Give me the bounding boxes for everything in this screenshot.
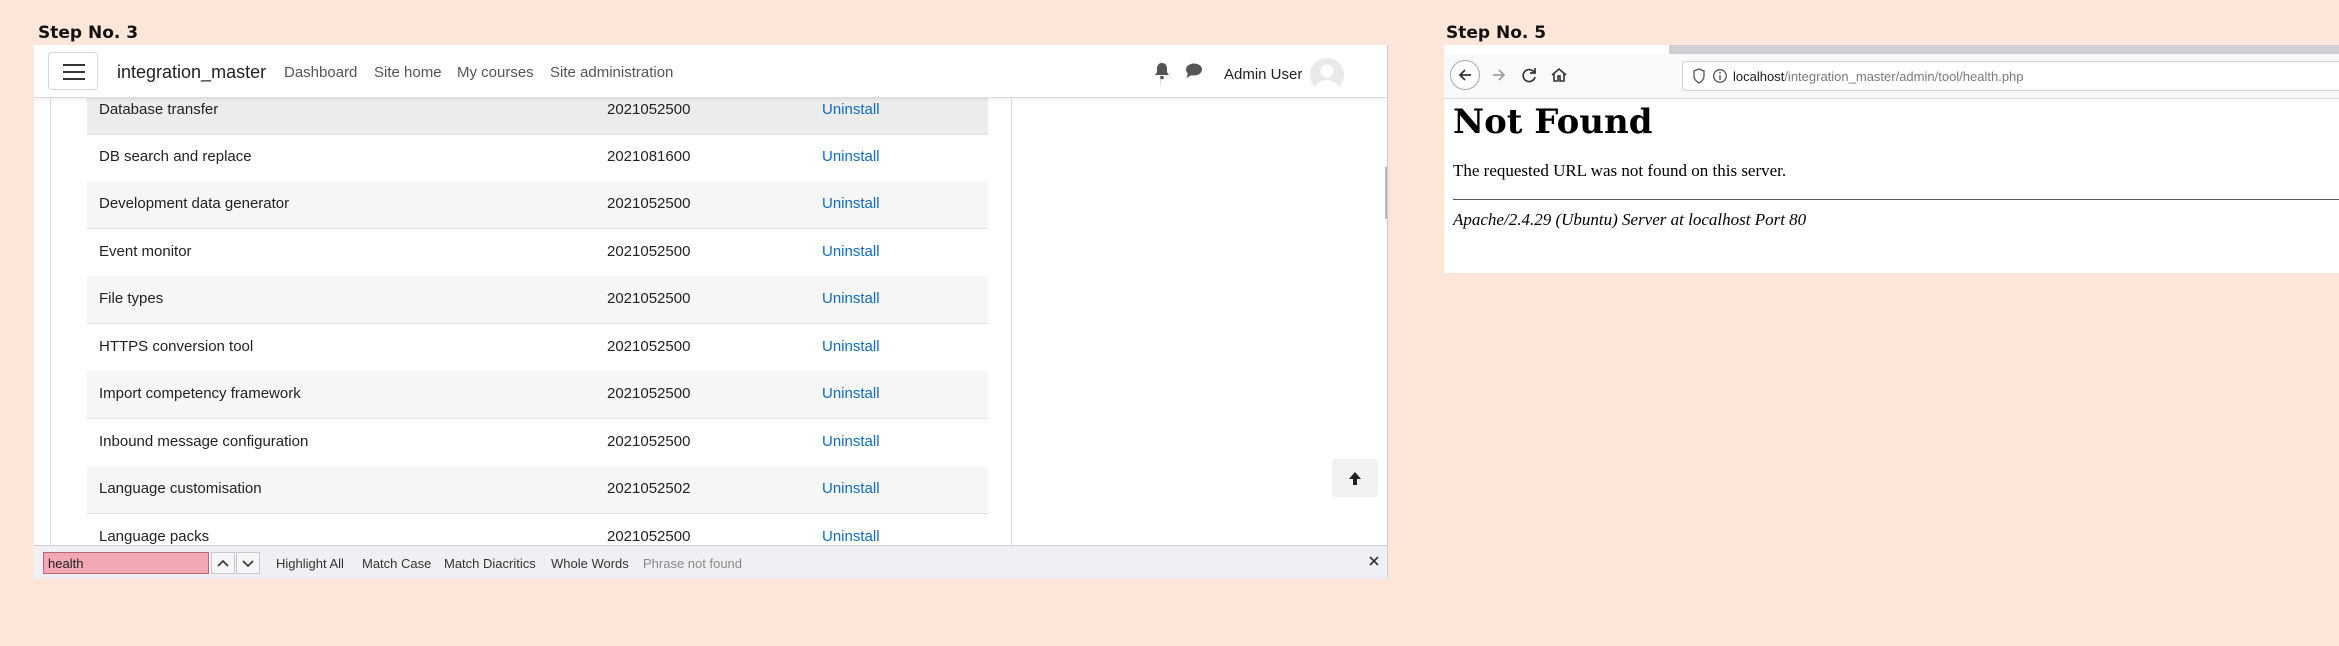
table-row: Inbound message configuration 2021052500… [87, 419, 988, 467]
table-row: HTTPS conversion tool 2021052500 Uninsta… [87, 324, 988, 372]
plugin-version: 2021052500 [607, 290, 691, 307]
main-content: Database transfer 2021052500 Uninstall D… [50, 87, 1012, 579]
top-navbar: integration_master Dashboard Site home M… [34, 45, 1387, 98]
tab-strip [1669, 45, 2339, 54]
uninstall-link[interactable]: Uninstall [822, 385, 880, 402]
shield-icon[interactable] [1692, 68, 1706, 87]
scrollbar-thumb[interactable] [1385, 167, 1387, 219]
table-row: File types 2021052500 Uninstall [87, 276, 988, 324]
bell-icon[interactable] [1154, 62, 1170, 85]
find-bar: Highlight All Match Case Match Diacritic… [34, 545, 1387, 579]
plugin-version: 2021052500 [607, 528, 691, 545]
plugin-name: DB search and replace [99, 148, 252, 165]
plugin-name: Database transfer [99, 101, 219, 118]
user-name[interactable]: Admin User [1224, 66, 1302, 83]
info-icon[interactable] [1712, 68, 1728, 87]
plugin-version: 2021052500 [607, 338, 691, 355]
menu-toggle-button[interactable] [48, 52, 98, 90]
highlight-all-option[interactable]: Highlight All [276, 556, 344, 571]
step-label-right: Step No. 5 [1446, 23, 1547, 43]
uninstall-link[interactable]: Uninstall [822, 290, 880, 307]
uninstall-link[interactable]: Uninstall [822, 148, 880, 165]
plugin-name: Development data generator [99, 195, 290, 212]
avatar[interactable] [1310, 58, 1344, 92]
page-title: Not Found [1453, 102, 1653, 142]
table-row: DB search and replace 2021081600 Uninsta… [87, 134, 988, 182]
uninstall-link[interactable]: Uninstall [822, 243, 880, 260]
url-path: /integration_master/admin/tool/health.ph… [1784, 69, 2024, 84]
step-label-left: Step No. 3 [38, 23, 139, 43]
match-case-option[interactable]: Match Case [362, 556, 431, 571]
home-button[interactable] [1544, 60, 1574, 90]
table-row: Import competency framework 2021052500 U… [87, 371, 988, 419]
table-row: Language customisation 2021052502 Uninst… [87, 466, 988, 514]
find-previous-button[interactable] [211, 552, 235, 574]
find-next-button[interactable] [236, 552, 260, 574]
nav-dashboard[interactable]: Dashboard [284, 64, 357, 81]
url-host: localhost [1733, 69, 1785, 84]
plugin-version: 2021052500 [607, 243, 691, 260]
plugin-name: Event monitor [99, 243, 192, 260]
plugin-name: Inbound message configuration [99, 433, 309, 450]
firefox-window: localhost/integration_master/admin/tool/… [1444, 45, 2339, 273]
uninstall-link[interactable]: Uninstall [822, 528, 880, 545]
back-button[interactable] [1450, 60, 1480, 90]
divider [1453, 199, 2339, 200]
plugin-version: 2021052500 [607, 433, 691, 450]
server-signature: Apache/2.4.29 (Ubuntu) Server at localho… [1453, 210, 1807, 229]
uninstall-link[interactable]: Uninstall [822, 433, 880, 450]
url-text[interactable]: localhost/integration_master/admin/tool/… [1733, 69, 2024, 84]
plugin-name: Import competency framework [99, 385, 301, 402]
plugin-name: File types [99, 290, 164, 307]
browser-toolbar: localhost/integration_master/admin/tool/… [1444, 54, 2339, 99]
plugin-name: Language packs [99, 528, 210, 545]
site-brand[interactable]: integration_master [117, 62, 266, 83]
plugin-name: HTTPS conversion tool [99, 338, 254, 355]
close-icon[interactable] [1367, 554, 1381, 571]
find-status: Phrase not found [643, 556, 743, 571]
plugin-name: Language customisation [99, 480, 262, 497]
chat-icon[interactable] [1185, 62, 1203, 84]
plugin-version: 2021052500 [607, 195, 691, 212]
whole-words-option[interactable]: Whole Words [551, 556, 629, 571]
uninstall-link[interactable]: Uninstall [822, 101, 880, 118]
forward-button[interactable] [1484, 60, 1514, 90]
url-bar[interactable]: localhost/integration_master/admin/tool/… [1682, 61, 2339, 91]
uninstall-link[interactable]: Uninstall [822, 195, 880, 212]
plugin-version: 2021052500 [607, 101, 691, 118]
plugin-version: 2021052502 [607, 480, 691, 497]
match-diacritics-option[interactable]: Match Diacritics [444, 556, 536, 571]
reload-button[interactable] [1514, 60, 1544, 90]
uninstall-link[interactable]: Uninstall [822, 480, 880, 497]
moodle-window: Database transfer 2021052500 Uninstall D… [34, 45, 1388, 579]
table-row: Development data generator 2021052500 Un… [87, 181, 988, 229]
table-row: Event monitor 2021052500 Uninstall [87, 229, 988, 277]
nav-site-administration[interactable]: Site administration [550, 64, 673, 81]
nav-my-courses[interactable]: My courses [457, 64, 534, 81]
nav-site-home[interactable]: Site home [374, 64, 442, 81]
back-to-top-button[interactable] [1332, 459, 1378, 497]
uninstall-link[interactable]: Uninstall [822, 338, 880, 355]
plugin-version: 2021052500 [607, 385, 691, 402]
error-message: The requested URL was not found on this … [1453, 161, 1787, 180]
plugin-version: 2021081600 [607, 148, 691, 165]
find-input[interactable] [43, 552, 209, 574]
